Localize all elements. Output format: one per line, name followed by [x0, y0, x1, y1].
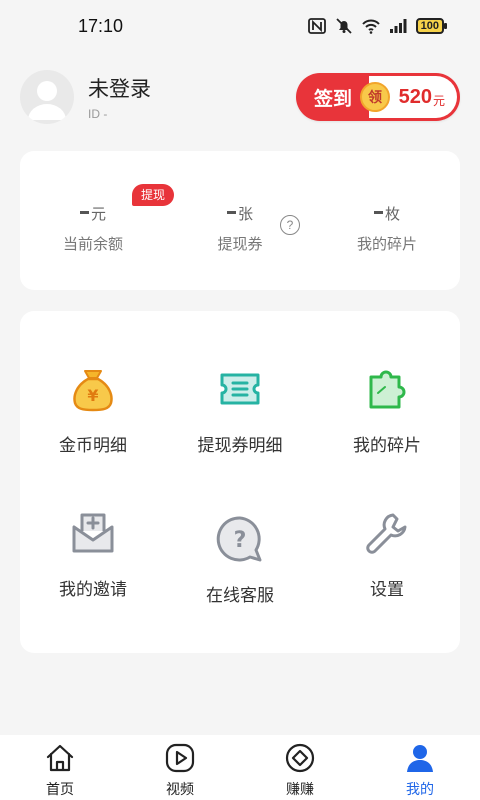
mute-bell-icon: [336, 18, 352, 34]
avatar[interactable]: [20, 70, 74, 124]
grid-item-invite[interactable]: 我的邀请: [20, 509, 166, 600]
stat-ticket-label: 提现券: [217, 235, 263, 253]
status-time: 17:10: [78, 15, 124, 36]
grid-item-label: 设置: [370, 580, 404, 600]
nfc-icon: [307, 18, 326, 34]
tab-label: 我的: [406, 782, 434, 798]
value-placeholder: [373, 211, 383, 214]
checkin-button[interactable]: 签到 领 520 元: [296, 73, 460, 121]
features-card: ¥ 金币明细 提现券明细 我的碎片 我的邀请 ? 在线客服 设置: [20, 311, 460, 653]
tab-earn[interactable]: 赚赚: [240, 735, 360, 800]
status-bar: 17:10 100: [0, 0, 480, 52]
tab-home[interactable]: 首页: [0, 735, 120, 800]
grid-item-coin-detail[interactable]: ¥ 金币明细: [20, 365, 166, 456]
grid-item-label: 我的碎片: [353, 436, 421, 456]
ticket-icon: [220, 373, 260, 405]
wrench-icon: [366, 513, 407, 554]
tab-label: 赚赚: [286, 782, 314, 798]
puzzle-icon: [369, 370, 406, 409]
svg-text:¥: ¥: [87, 386, 98, 405]
status-icons: 100: [307, 18, 448, 34]
username[interactable]: 未登录: [88, 73, 151, 103]
tab-label: 视频: [166, 782, 194, 798]
tab-mine[interactable]: 我的: [360, 735, 480, 800]
signal-icon: [389, 19, 407, 33]
stat-fragments-label: 我的碎片: [356, 235, 417, 253]
stat-balance-label: 当前余额: [62, 235, 123, 253]
question-icon[interactable]: ?: [280, 215, 300, 235]
svg-text:?: ?: [234, 528, 247, 553]
stat-balance[interactable]: 元 当前余额: [20, 203, 166, 254]
user-info[interactable]: 未登录 ID -: [88, 73, 151, 121]
battery-indicator: 100: [415, 18, 448, 34]
checkin-unit: 元: [432, 93, 445, 108]
value-placeholder: [79, 211, 89, 214]
grid-item-fragments[interactable]: 我的碎片: [314, 365, 460, 456]
help-chat-icon: ?: [216, 516, 262, 562]
money-bag-icon: ¥: [73, 370, 113, 412]
stat-fragments[interactable]: 枚 我的碎片: [314, 203, 460, 254]
home-icon: [46, 744, 74, 772]
stat-balance-unit: 元: [90, 205, 106, 223]
user-id: ID -: [88, 107, 108, 121]
grid-item-label: 在线客服: [206, 586, 274, 606]
stat-ticket-unit: 张: [237, 205, 253, 223]
tab-video[interactable]: 视频: [120, 735, 240, 800]
default-avatar-icon: [28, 81, 66, 120]
bottom-tab-bar: 首页 视频 赚赚 我的: [0, 735, 480, 800]
grid-item-label: 金币明细: [59, 436, 127, 456]
wifi-icon: [361, 19, 380, 34]
grid-item-label: 提现券明细: [197, 436, 283, 456]
checkin-amount: 520: [398, 85, 432, 108]
user-icon: [407, 745, 433, 772]
claim-coin-icon: 领: [360, 82, 390, 112]
grid-item-support[interactable]: ? 在线客服: [167, 515, 313, 606]
invite-mail-icon: [72, 513, 114, 553]
video-icon: [165, 743, 195, 773]
grid-item-label: 我的邀请: [59, 580, 127, 600]
grid-item-settings[interactable]: 设置: [314, 509, 460, 600]
grid-item-ticket-detail[interactable]: 提现券明细: [167, 365, 313, 456]
profile-header: 未登录 ID - 签到 领 520 元: [20, 68, 460, 126]
earn-icon: [285, 743, 315, 773]
value-placeholder: [226, 211, 236, 214]
stats-card: 提现 元 当前余额 张 提现券 ? 枚 我的碎片: [20, 151, 460, 290]
stat-fragments-unit: 枚: [384, 205, 400, 223]
tab-label: 首页: [46, 782, 74, 798]
